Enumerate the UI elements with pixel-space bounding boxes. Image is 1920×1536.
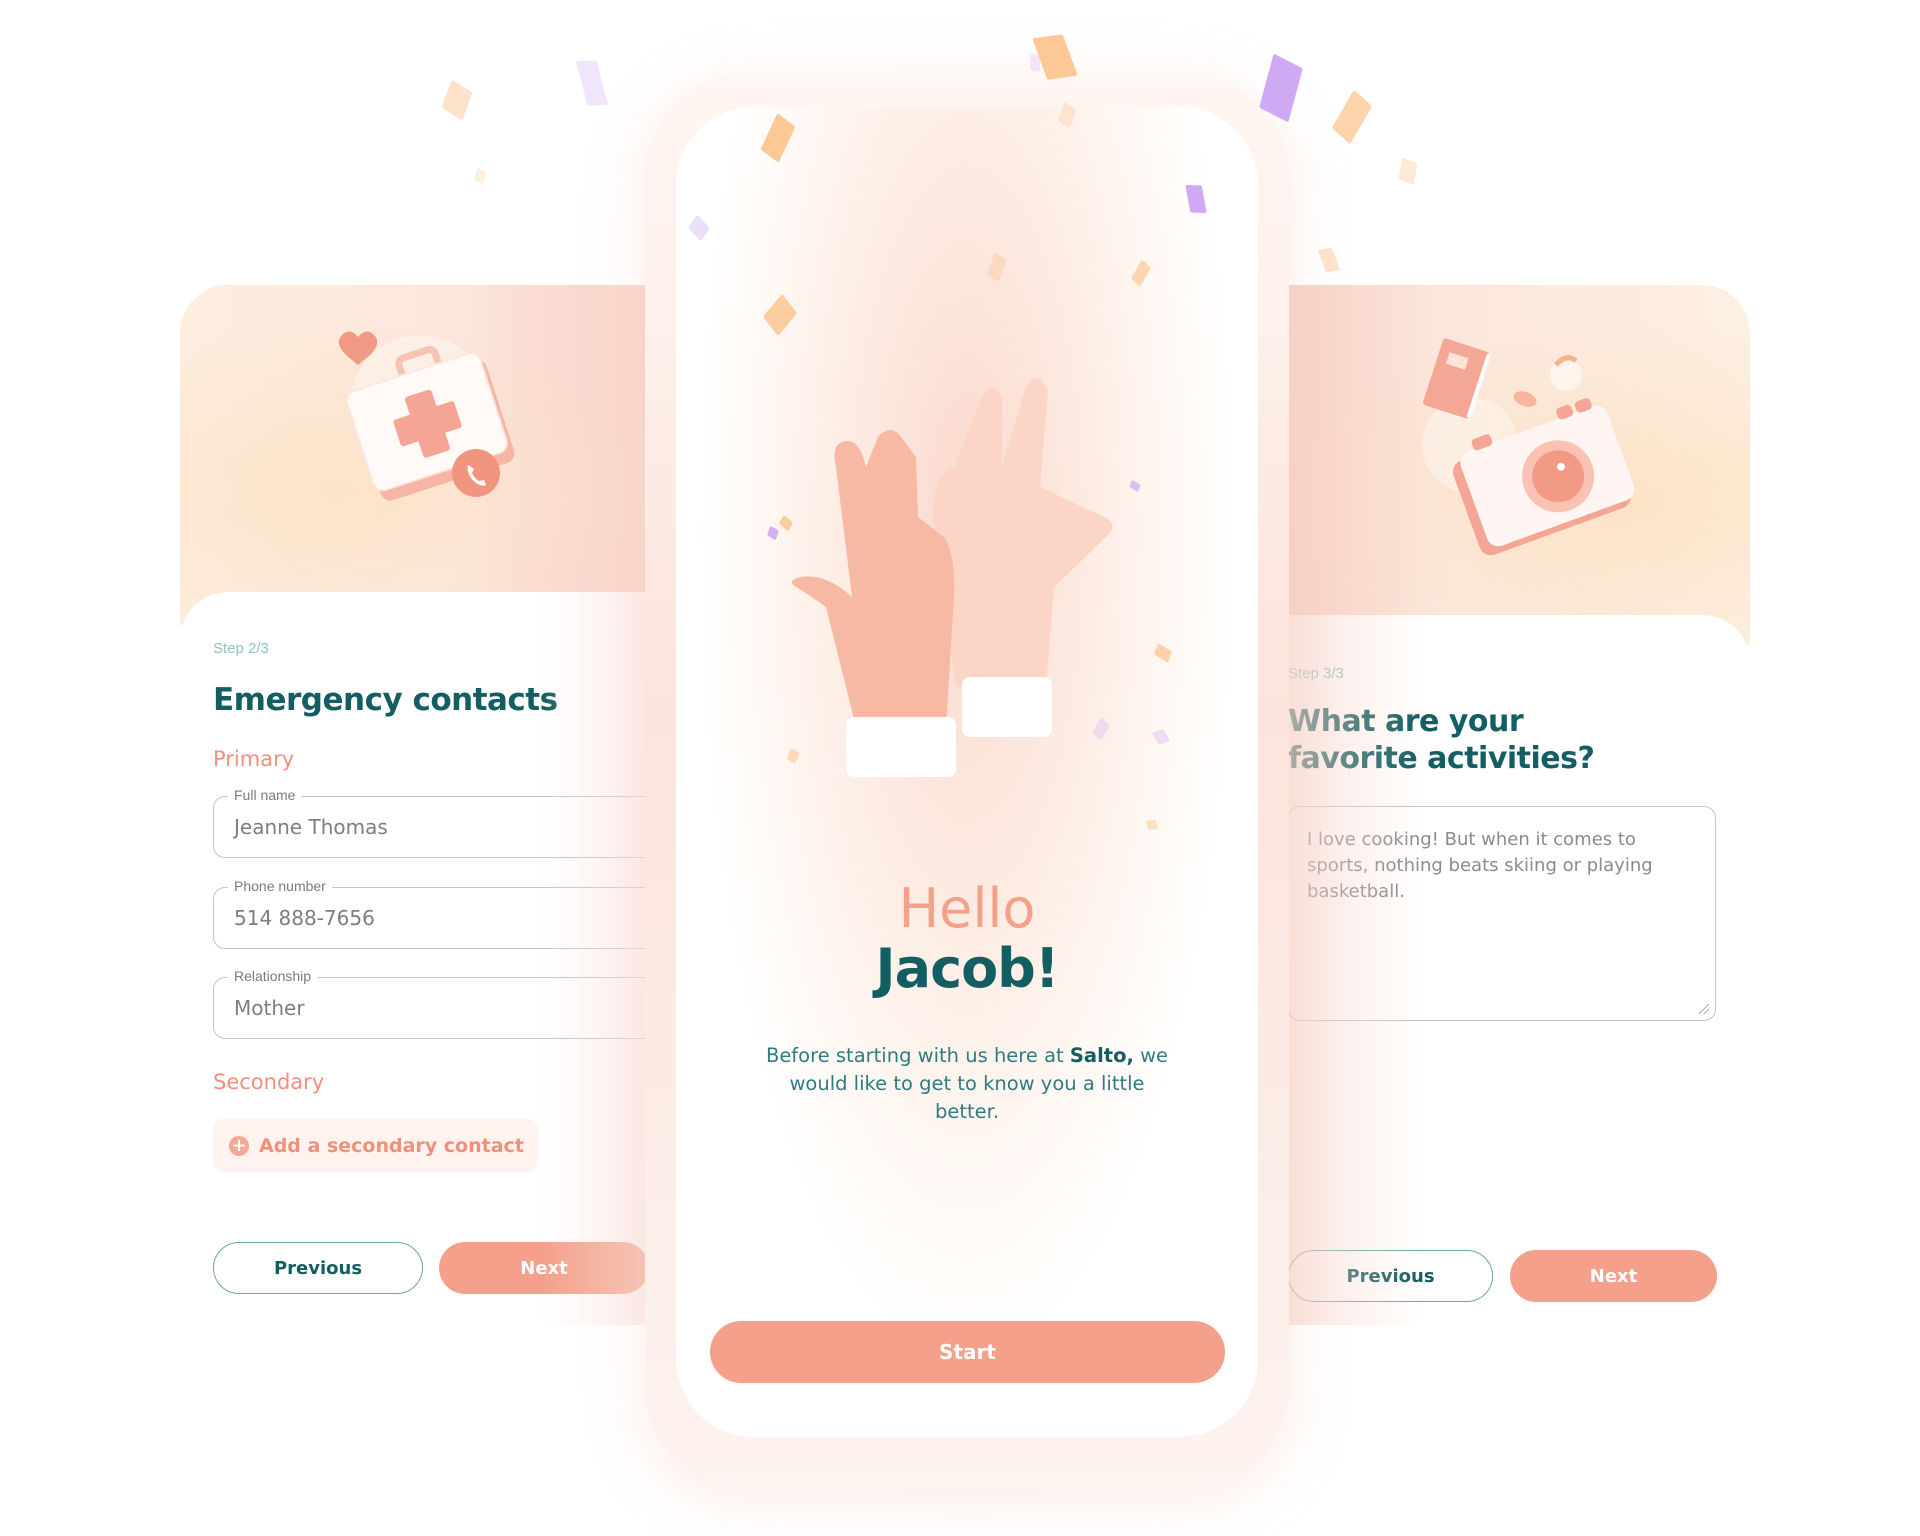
- confetti-piece: [1030, 53, 1040, 73]
- resize-handle-icon[interactable]: [1699, 1004, 1709, 1014]
- intro-text: Before starting with us here at Salto, w…: [756, 1042, 1178, 1126]
- add-secondary-contact-label: Add a secondary contact: [259, 1134, 524, 1157]
- confetti-piece: [1398, 157, 1418, 185]
- greeting-text: Hello: [898, 877, 1036, 940]
- primary-section-label: Primary: [213, 747, 295, 771]
- confetti-piece: [1331, 89, 1373, 145]
- brand-name: Salto,: [1069, 1044, 1134, 1067]
- confetti-piece: [473, 167, 487, 185]
- high-five-hands-icon: [791, 378, 1113, 777]
- field-label: Relationship: [228, 968, 318, 984]
- activities-textarea[interactable]: I love cooking! But when it comes to spo…: [1288, 806, 1716, 1021]
- phone-call-icon: [452, 449, 500, 497]
- start-button[interactable]: Start: [710, 1321, 1225, 1383]
- secondary-section-label: Secondary: [213, 1070, 325, 1094]
- next-button[interactable]: Next: [1510, 1250, 1717, 1302]
- textarea-value: I love cooking! But when it comes to spo…: [1307, 829, 1653, 902]
- confetti-piece: [575, 60, 609, 106]
- field-label: Phone number: [228, 878, 332, 894]
- field-value: Jeanne Thomas: [234, 815, 388, 839]
- plus-circle-icon: +: [229, 1135, 249, 1156]
- add-secondary-contact-button[interactable]: + Add a secondary contact: [213, 1119, 538, 1172]
- step-indicator: Step 2/3: [213, 640, 269, 657]
- page-title: Emergency contacts: [213, 682, 558, 718]
- previous-button[interactable]: Previous: [213, 1242, 423, 1294]
- field-value: Mother: [234, 996, 305, 1020]
- confetti-piece: [441, 79, 473, 121]
- user-name: Jacob!: [875, 937, 1060, 1000]
- phone-frame: Hello Jacob! Before starting with us her…: [645, 75, 1289, 1488]
- first-aid-kit-icon: [338, 331, 515, 501]
- football-icon: [1513, 391, 1537, 407]
- intro-text-part: Before starting with us here at: [765, 1044, 1070, 1067]
- field-label: Full name: [228, 787, 302, 803]
- camera-icon: [1422, 338, 1635, 556]
- welcome-screen: Hello Jacob! Before starting with us her…: [676, 107, 1258, 1437]
- field-value: 514 888-7656: [234, 906, 375, 930]
